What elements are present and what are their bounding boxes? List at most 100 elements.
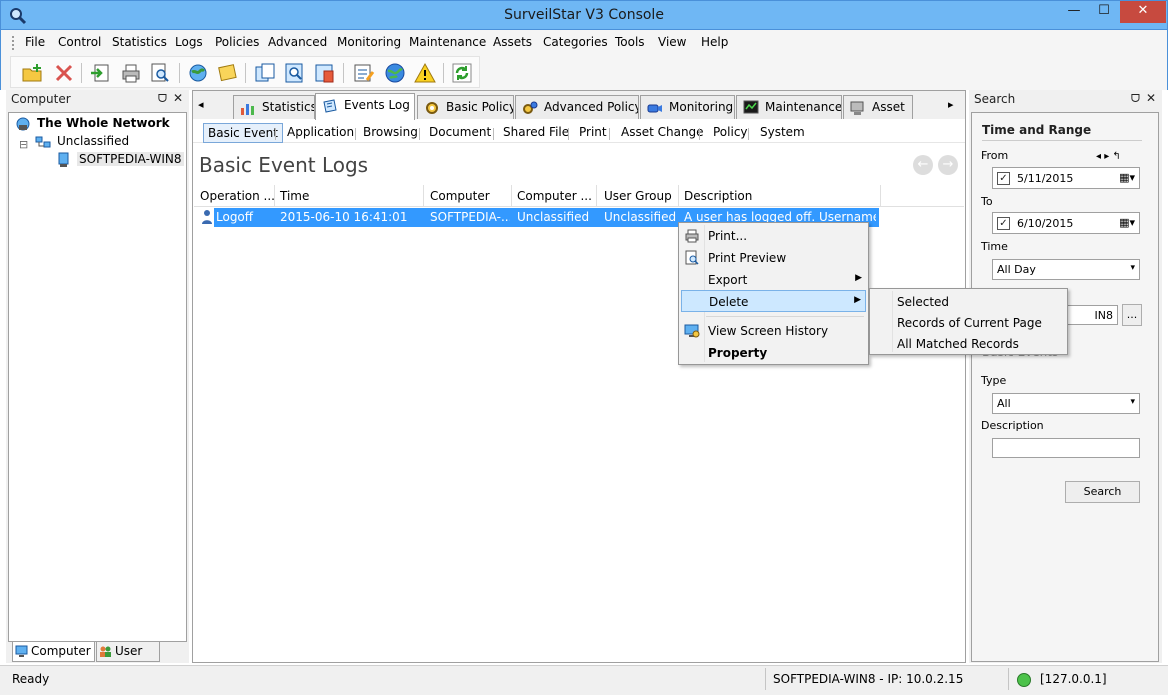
tab-maintenance[interactable]: Maintenance [736,95,842,119]
menu-advanced[interactable]: Advanced [268,35,327,49]
time-select[interactable]: All Day ▾ [992,259,1140,280]
maximize-button[interactable]: ☐ [1090,1,1118,23]
delete-icon[interactable] [53,62,75,84]
tab-label: Monitoring [669,100,734,114]
column-computer[interactable]: Computer [430,189,490,203]
tab-computer[interactable]: Computer [12,642,95,662]
menu-categories[interactable]: Categories [543,35,608,49]
to-date-picker[interactable]: ✓ 6/10/2015 ▦▾ [992,212,1140,234]
menu-assets[interactable]: Assets [493,35,532,49]
menu-item-export[interactable]: Export ▶ [681,269,866,291]
subtab-asset-change[interactable]: Asset Change [617,123,708,143]
menu-item-delete-current-page[interactable]: Records of Current Page [872,312,1065,334]
documents-icon[interactable] [254,62,276,84]
menu-item-delete[interactable]: Delete ▶ [681,290,866,312]
subtab-shared-file[interactable]: Shared File [499,123,573,143]
connection-status-icon [1017,673,1031,687]
menu-logs[interactable]: Logs [175,35,203,49]
menu-control[interactable]: Control [58,35,101,49]
globe-user-icon[interactable] [187,62,209,84]
printer-icon[interactable] [120,62,142,84]
column-separator[interactable] [678,185,679,207]
globe-icon[interactable] [384,62,406,84]
close-icon[interactable]: ✕ [173,91,183,105]
tab-monitoring[interactable]: Monitoring [640,95,735,119]
tab-advanced-policy[interactable]: Advanced Policy [515,95,639,119]
subtab-separator [355,128,356,140]
calendar-dropdown-icon[interactable]: ▦▾ [1119,216,1135,229]
column-operation[interactable]: Operation ... [200,189,275,203]
subtab-print[interactable]: Print [575,123,611,143]
warning-icon[interactable] [414,62,436,84]
from-date-picker[interactable]: ✓ 5/11/2015 ▦▾ [992,167,1140,189]
note-icon[interactable] [217,62,239,84]
previous-page-button[interactable]: ← [913,155,933,175]
from-date-checkbox[interactable]: ✓ [997,172,1010,185]
subtab-document[interactable]: Document [425,123,495,143]
column-computer-group[interactable]: Computer ... [517,189,592,203]
menu-item-view-screen-history[interactable]: View Screen History [681,320,866,342]
menu-monitoring[interactable]: Monitoring [337,35,401,49]
type-select-value: All [997,397,1011,410]
menu-help[interactable]: Help [701,35,728,49]
subtab-basic-event[interactable]: Basic Event [203,123,283,143]
tab-statistics[interactable]: Statistics [233,95,315,119]
menu-item-delete-selected[interactable]: Selected [872,291,1065,313]
collapse-icon[interactable]: ⊟ [19,138,28,151]
description-input[interactable] [992,438,1140,458]
menu-maintenance[interactable]: Maintenance [409,35,486,49]
menu-view[interactable]: View [658,35,686,49]
close-button[interactable]: ✕ [1120,1,1166,23]
next-page-button[interactable]: → [938,155,958,175]
pin-icon[interactable]: ᗜ [158,92,167,106]
tabs-scroll-left-icon[interactable]: ◂ [198,98,204,111]
subtab-browsing[interactable]: Browsing [359,123,422,143]
close-icon[interactable]: ✕ [1146,91,1156,105]
print-preview-icon [685,250,699,265]
type-select[interactable]: All ▾ [992,393,1140,414]
menu-policies[interactable]: Policies [215,35,259,49]
toolbar [0,54,1168,90]
subtab-application[interactable]: Application [283,123,358,143]
search-button[interactable]: Search [1065,481,1140,503]
menu-item-delete-all-matched[interactable]: All Matched Records [872,333,1065,355]
to-date-checkbox[interactable]: ✓ [997,217,1010,230]
column-description[interactable]: Description [684,189,752,203]
status-separator [1008,668,1009,690]
column-time[interactable]: Time [280,189,309,203]
menu-item-property[interactable]: Property [681,342,866,364]
report-icon[interactable] [314,62,336,84]
calendar-dropdown-icon[interactable]: ▦▾ [1119,171,1135,184]
browse-button[interactable]: ... [1122,304,1142,326]
menu-statistics[interactable]: Statistics [112,35,167,49]
import-icon[interactable] [89,62,111,84]
column-separator[interactable] [423,185,424,207]
edit-list-icon[interactable] [353,62,375,84]
tab-user[interactable]: User [96,642,160,662]
column-separator[interactable] [596,185,597,207]
column-separator[interactable] [274,185,275,207]
refresh-icon[interactable] [451,62,473,84]
tab-events-log[interactable]: Events Log [315,93,415,120]
menu-item-print-preview[interactable]: Print Preview [681,247,866,269]
to-label: To [981,195,993,208]
column-user-group[interactable]: User Group [604,189,672,203]
minimize-button[interactable]: — [1060,1,1088,23]
subtab-policy[interactable]: Policy [709,123,752,143]
tabs-scroll-right-icon[interactable]: ▸ [948,98,954,111]
tab-asset[interactable]: Asset [843,95,913,119]
menu-tools[interactable]: Tools [615,35,645,49]
column-separator[interactable] [880,185,881,207]
search-document-icon[interactable] [284,62,306,84]
monitor-icon [743,100,759,114]
subtab-system[interactable]: System [756,123,809,143]
search-panel-header: Search ᗜ ✕ [969,90,1162,110]
pin-icon[interactable]: ᗜ [1131,92,1140,106]
tab-basic-policy[interactable]: Basic Policy [417,95,514,119]
menu-item-print[interactable]: Print... [681,225,866,247]
menu-file[interactable]: File [25,35,45,49]
print-preview-icon[interactable] [149,62,171,84]
column-separator[interactable] [511,185,512,207]
date-nav-icon[interactable]: ◂ ▸ ↰ [1096,151,1121,162]
add-folder-icon[interactable] [21,62,43,84]
